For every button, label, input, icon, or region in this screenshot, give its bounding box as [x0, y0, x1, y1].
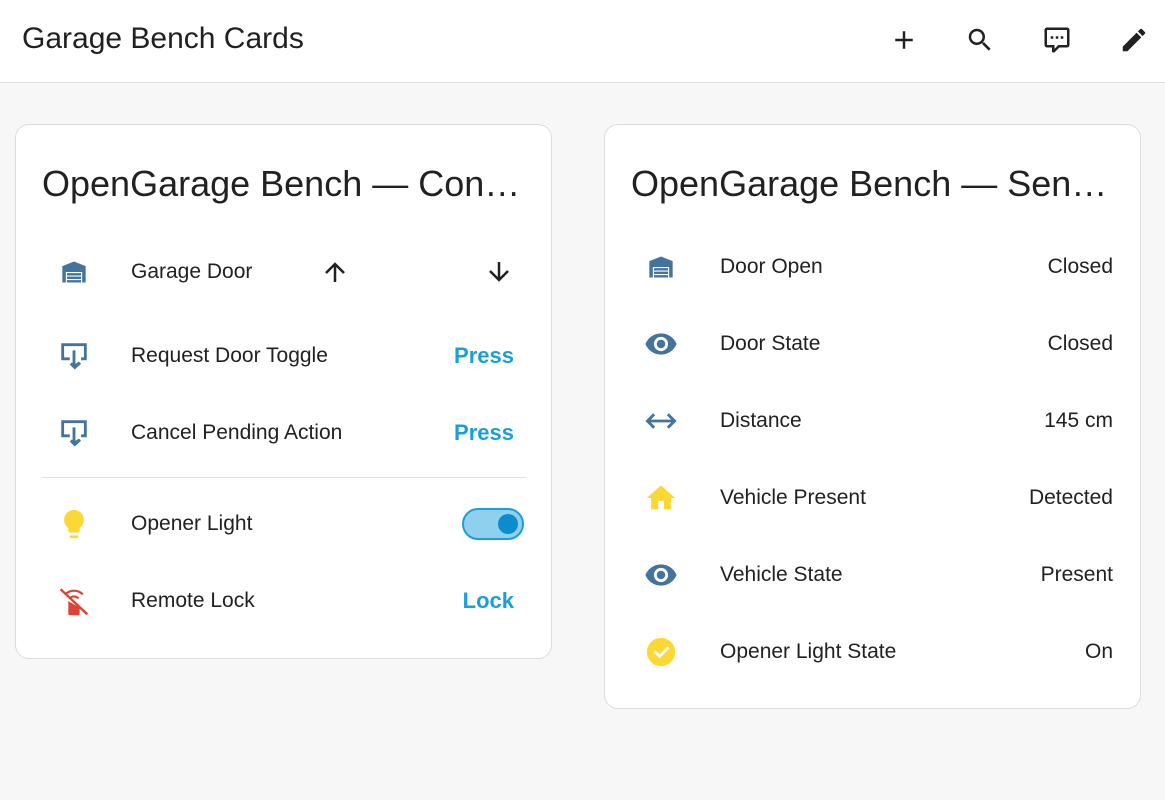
search-button[interactable] — [960, 20, 1000, 60]
check-circle-icon — [643, 634, 679, 670]
sensors-card: OpenGarage Bench — Sens... Door Open Clo… — [604, 124, 1141, 709]
row-value: Detected — [1028, 486, 1113, 509]
divider — [42, 477, 526, 478]
add-button[interactable] — [884, 20, 924, 60]
card-title: OpenGarage Bench — Sens... — [631, 163, 1111, 204]
door-state-row: Door State Closed — [605, 319, 1140, 369]
row-label: Cancel Pending Action — [131, 421, 343, 444]
row-value: Present — [1040, 563, 1113, 586]
card-title: OpenGarage Bench — Cont... — [42, 163, 522, 204]
row-label: Garage Door — [131, 260, 253, 283]
vehicle-state-row: Vehicle State Present — [605, 550, 1140, 600]
garage-icon — [56, 254, 92, 290]
row-label: Distance — [720, 409, 802, 432]
row-label: Remote Lock — [131, 589, 255, 612]
request-door-toggle-row: Request Door Toggle Press — [16, 331, 551, 381]
row-value: 145 cm — [1044, 409, 1113, 432]
lock-button[interactable]: Lock — [463, 588, 514, 614]
row-label: Door Open — [720, 255, 823, 278]
lightbulb-icon — [56, 506, 92, 542]
assist-button[interactable] — [1037, 20, 1077, 60]
cancel-pending-action-row: Cancel Pending Action Press — [16, 408, 551, 458]
press-button[interactable]: Press — [454, 420, 514, 446]
row-label: Opener Light State — [720, 640, 897, 663]
top-app-bar: Garage Bench Cards — [0, 0, 1165, 83]
row-label: Opener Light — [131, 512, 253, 535]
garage-door-row: Garage Door — [16, 247, 551, 297]
eye-icon — [643, 326, 679, 362]
remote-off-icon — [56, 583, 92, 619]
row-label: Door State — [720, 332, 821, 355]
arrow-down-icon — [489, 262, 509, 282]
door-open-row: Door Open Closed — [605, 242, 1140, 292]
gesture-tap-icon — [56, 338, 92, 374]
plus-icon — [895, 31, 913, 49]
opener-light-state-row: Opener Light State On — [605, 627, 1140, 677]
controls-card: OpenGarage Bench — Cont... Garage Door R… — [15, 124, 552, 659]
row-value: On — [1084, 640, 1113, 663]
chat-icon — [1044, 27, 1070, 53]
opener-light-row: Opener Light — [16, 499, 551, 549]
arrow-up-icon — [325, 262, 345, 282]
vehicle-present-row: Vehicle Present Detected — [605, 473, 1140, 523]
page-title: Garage Bench Cards — [22, 22, 304, 55]
home-icon — [643, 480, 679, 516]
pencil-icon — [1122, 28, 1146, 52]
row-label: Vehicle State — [720, 563, 843, 586]
garage-icon — [643, 249, 679, 285]
row-label: Vehicle Present — [720, 486, 866, 509]
row-value: Closed — [1047, 255, 1113, 278]
arrow-left-right-icon — [643, 403, 679, 439]
gesture-tap-icon — [56, 415, 92, 451]
eye-icon — [643, 557, 679, 593]
close-cover-button[interactable] — [479, 252, 519, 292]
row-label: Request Door Toggle — [131, 344, 328, 367]
open-cover-button[interactable] — [315, 252, 355, 292]
row-value: Closed — [1047, 332, 1113, 355]
edit-button[interactable] — [1114, 20, 1154, 60]
search-icon — [968, 28, 991, 51]
distance-row: Distance 145 cm — [605, 396, 1140, 446]
light-toggle[interactable] — [462, 508, 524, 540]
toggle-knob — [498, 514, 518, 534]
remote-lock-row: Remote Lock Lock — [16, 576, 551, 626]
press-button[interactable]: Press — [454, 343, 514, 369]
